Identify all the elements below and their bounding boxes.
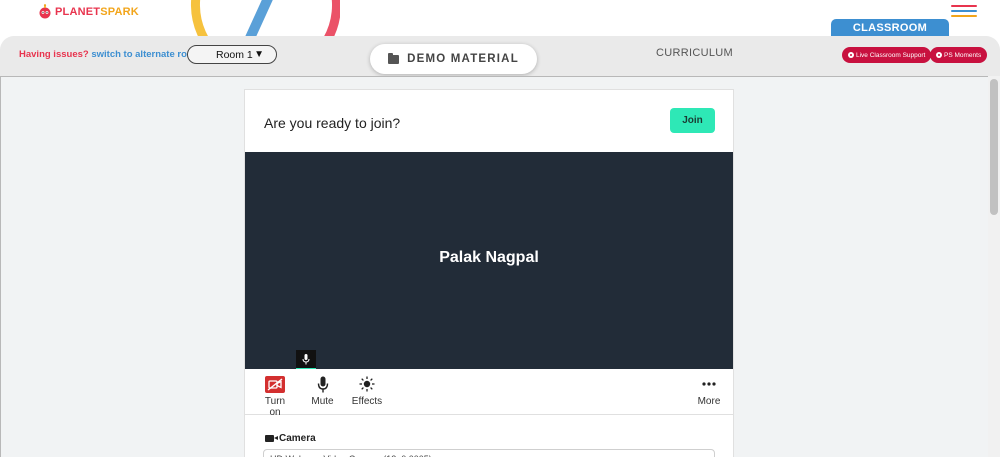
- planetspark-logo[interactable]: PLANETSPARK: [38, 4, 139, 20]
- video-preview: Palak Nagpal: [245, 152, 733, 369]
- mute-button[interactable]: Mute: [309, 375, 336, 407]
- mic-level-indicator: [296, 350, 316, 369]
- room-select-value: Room 1: [216, 48, 253, 61]
- camera-section-label: Camera: [265, 433, 316, 444]
- ps-moments-button[interactable]: PS Moments: [930, 47, 988, 63]
- join-button[interactable]: Join: [670, 108, 715, 133]
- camera-label-text: Camera: [279, 433, 316, 444]
- demo-material-label: DEMO MATERIAL: [407, 53, 519, 65]
- effects-label: Effects: [351, 396, 383, 407]
- video-camera-icon: [265, 435, 278, 442]
- turn-on-camera-button[interactable]: Turn on: [258, 375, 292, 418]
- dropdown-triangle-icon: ▼: [254, 49, 264, 60]
- support-icon: [848, 52, 854, 58]
- folder-icon: [388, 52, 400, 64]
- live-classroom-support-button[interactable]: Live Classroom Support: [842, 47, 932, 63]
- hamburger-menu-icon[interactable]: [951, 5, 977, 19]
- media-controls: Turn on Mute Effects More: [245, 369, 733, 418]
- app-page: PLANETSPARK CLASSROOM Having issues? swi…: [0, 0, 1000, 457]
- more-label: More: [697, 396, 721, 407]
- more-options-button[interactable]: More: [696, 375, 722, 407]
- participant-name: Palak Nagpal: [439, 249, 539, 266]
- microphone-icon: [302, 354, 310, 365]
- turn-on-label: Turn on: [264, 396, 286, 418]
- camera-device-select[interactable]: HD Webcam Video Camera (12a0:0005): [263, 449, 715, 457]
- issues-notice: Having issues? switch to alternate room: [19, 49, 201, 60]
- ps-moments-label: PS Moments: [944, 51, 982, 59]
- mute-label: Mute: [311, 396, 334, 407]
- room-select[interactable]: Room 1 ▼: [187, 45, 277, 64]
- scrollbar-thumb[interactable]: [990, 79, 998, 215]
- live-support-label: Live Classroom Support: [856, 51, 926, 59]
- logo-text: PLANETSPARK: [55, 6, 139, 18]
- camera-off-icon: [265, 375, 285, 393]
- moments-icon: [936, 52, 942, 58]
- prejoin-title: Are you ready to join?: [264, 115, 401, 131]
- prejoin-card: Are you ready to join? Join Palak Nagpal: [244, 89, 734, 457]
- top-header: PLANETSPARK CLASSROOM: [0, 0, 1000, 75]
- effects-sun-icon: [359, 376, 375, 392]
- issues-text: Having issues?: [19, 49, 89, 60]
- logo-mascot-icon: [39, 4, 51, 19]
- more-dots-icon: [702, 382, 716, 386]
- effects-button[interactable]: Effects: [351, 375, 383, 407]
- microphone-icon: [317, 376, 328, 392]
- curriculum-tab[interactable]: CURRICULUM: [656, 47, 733, 59]
- demo-material-button[interactable]: DEMO MATERIAL: [370, 44, 537, 74]
- switch-room-link[interactable]: switch to alternate room: [91, 49, 201, 60]
